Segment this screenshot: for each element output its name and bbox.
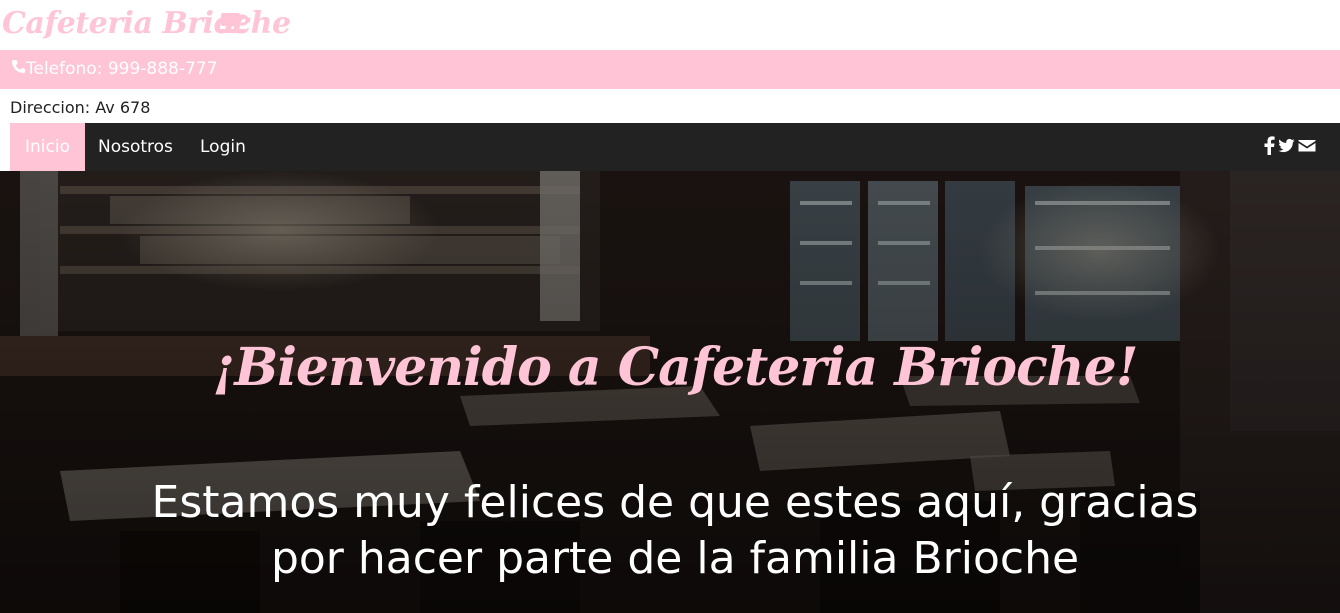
envelope-icon[interactable] (1298, 136, 1316, 155)
facebook-icon[interactable] (1264, 136, 1275, 155)
hero-title: ¡Bienvenido a Cafeteria Brioche! (212, 337, 1139, 398)
coffee-cup-icon (219, 13, 249, 33)
hero-banner: ¡Bienvenido a Cafeteria Brioche! Estamos… (0, 171, 1340, 613)
twitter-icon[interactable] (1278, 136, 1295, 155)
phone-icon (11, 59, 26, 74)
address-text: Direccion: Av 678 (10, 98, 151, 117)
social-links (1264, 136, 1316, 156)
hero-subtitle-line-1: Estamos muy felices de que estes aquí, g… (151, 477, 1199, 528)
nav-item-inicio[interactable]: Inicio (10, 123, 85, 171)
hero-subtitle: Estamos muy felices de que estes aquí, g… (0, 475, 1340, 587)
phone-number: Telefono: 999-888-777 (26, 59, 218, 79)
brand-header: Cafeteria Brioche (0, 0, 1340, 50)
hero-subtitle-line-2: por hacer parte de la familia Brioche (270, 533, 1080, 584)
nav-item-nosotros[interactable]: Nosotros (98, 123, 173, 171)
main-navbar: Inicio Nosotros Login (10, 123, 1340, 171)
nav-item-login[interactable]: Login (200, 123, 246, 171)
